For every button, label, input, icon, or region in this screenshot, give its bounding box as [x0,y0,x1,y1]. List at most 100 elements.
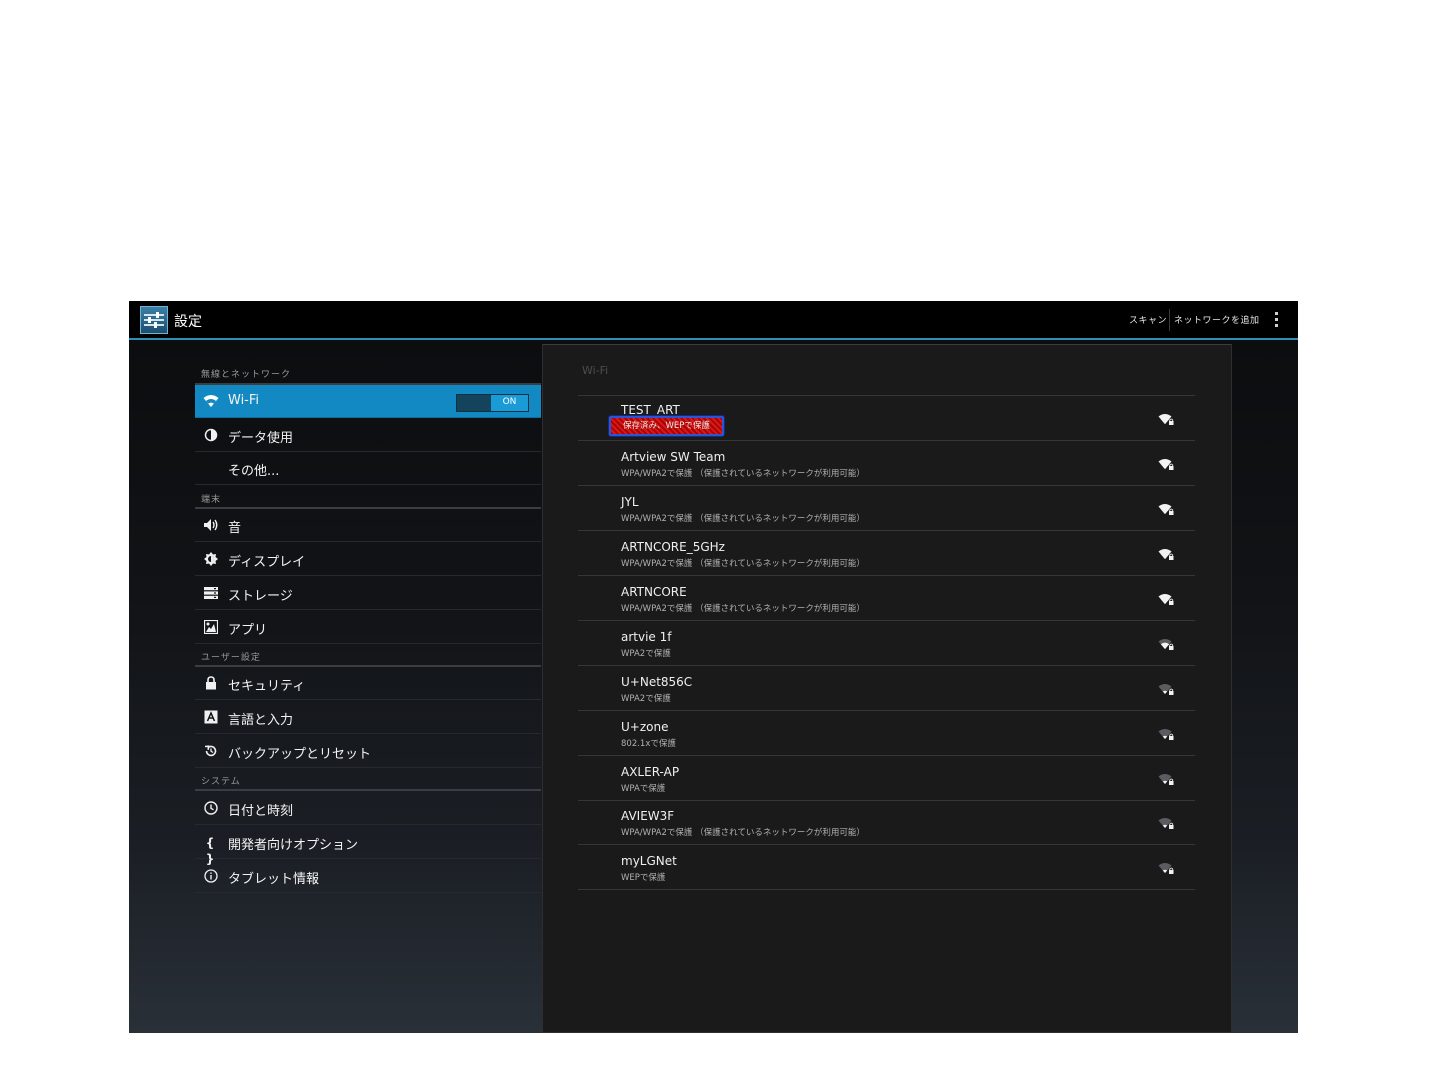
settings-app-icon[interactable] [140,306,168,334]
settings-item-developer-options[interactable]: { } 開発者向けオプション [195,826,541,866]
network-item[interactable]: U+Net856C WPA2で保護 [578,666,1195,711]
wifi-signal-lock-icon [1158,501,1174,515]
network-status: WPA/WPA2で保護 （保護されているネットワークが利用可能） [621,469,865,479]
settings-item-about-tablet[interactable]: タブレット情報 [195,860,541,893]
toggle-state: ON [502,397,517,407]
action-bar: 設定 スキャン ネットワークを追加 [129,301,1298,340]
settings-item-label: 日付と時刻 [228,804,294,819]
settings-item-apps[interactable]: アプリ [195,611,541,644]
wifi-panel: Wi-Fi TEST_ART 保存済み、WEPで保護 Artview SW Te… [542,344,1232,1033]
section-header-user: ユーザー設定 [201,653,261,663]
wifi-signal-lock-icon [1158,726,1174,740]
section-divider [195,789,541,791]
settings-item-data-usage[interactable]: データ使用 [195,419,541,452]
settings-list: 無線とネットワーク Wi-Fi ON データ使用 その他... 端末 音 ディス… [195,342,541,1032]
network-item[interactable]: U+zone 802.1xで保護 [578,711,1195,756]
apps-icon [203,619,219,636]
wifi-signal-lock-icon [1158,456,1174,470]
network-ssid: U+Net856C [621,675,693,689]
network-ssid: AXLER-AP [621,765,680,779]
network-status: WPA/WPA2で保護 （保護されているネットワークが利用可能） [621,514,865,524]
settings-item-label: 言語と入力 [228,713,294,728]
app-title: 設定 [174,314,202,330]
network-ssid: U+zone [621,720,669,734]
wifi-signal-lock-icon [1158,860,1174,874]
network-status: WPAで保護 [621,784,666,794]
network-status: WPA2で保護 [621,694,671,704]
wifi-icon [203,394,219,410]
network-item[interactable]: ARTNCORE_5GHz WPA/WPA2で保護 （保護されているネットワーク… [578,531,1195,576]
settings-item-label: データ使用 [228,431,294,446]
network-status: WPA/WPA2で保護 （保護されているネットワークが利用可能） [621,604,865,614]
tablet-screen: 設定 スキャン ネットワークを追加 無線とネットワーク Wi-Fi ON データ… [129,301,1298,1033]
network-status: WPA/WPA2で保護 （保護されているネットワークが利用可能） [621,828,865,838]
wifi-signal-lock-icon [1158,411,1174,425]
brightness-icon [203,552,219,568]
settings-item-label: その他... [228,464,280,479]
add-network-button[interactable]: ネットワークを追加 [1174,313,1260,326]
settings-item-label: 音 [228,521,242,536]
wifi-signal-lock-icon [1158,636,1174,650]
info-icon [203,869,219,885]
network-status: WEPで保護 [621,873,666,883]
keyboard-icon [203,710,219,726]
network-item[interactable]: Artview SW Team WPA/WPA2で保護 （保護されているネットワ… [578,441,1195,486]
network-item[interactable]: ARTNCORE WPA/WPA2で保護 （保護されているネットワークが利用可能… [578,576,1195,621]
backup-icon [203,744,219,760]
storage-icon [203,586,219,602]
network-ssid: AVIEW3F [621,809,675,823]
settings-item-display[interactable]: ディスプレイ [195,543,541,576]
settings-item-sound[interactable]: 音 [195,509,541,542]
network-ssid: JYL [621,495,639,509]
network-status: 802.1xで保護 [621,739,676,749]
network-ssid: ARTNCORE [621,585,687,599]
network-ssid: Artview SW Team [621,450,726,464]
settings-item-label: アプリ [228,623,268,638]
settings-item-label: タブレット情報 [228,872,320,887]
settings-item-date-time[interactable]: 日付と時刻 [195,792,541,825]
braces-icon: { } [205,836,215,866]
network-item[interactable]: JYL WPA/WPA2で保護 （保護されているネットワークが利用可能） [578,486,1195,531]
scan-button[interactable]: スキャン [1129,313,1167,326]
settings-item-storage[interactable]: ストレージ [195,577,541,610]
panel-title: Wi-Fi [582,364,609,377]
action-divider [1169,309,1170,331]
lock-icon [203,676,219,692]
network-item[interactable]: AXLER-AP WPAで保護 [578,756,1195,801]
wifi-signal-lock-icon [1158,681,1174,695]
network-item[interactable]: TEST_ART 保存済み、WEPで保護 [578,396,1195,441]
settings-item-security[interactable]: セキュリティ [195,667,541,700]
settings-item-label: セキュリティ [228,679,306,694]
settings-item-label: ディスプレイ [228,555,306,570]
settings-item-more[interactable]: その他... [195,452,541,485]
wifi-signal-lock-icon [1158,771,1174,785]
settings-item-label: ストレージ [228,589,293,604]
network-item[interactable]: myLGNet WEPで保護 [578,845,1195,890]
overflow-menu-icon[interactable] [1273,312,1279,330]
wifi-signal-lock-icon [1158,815,1174,829]
network-ssid: myLGNet [621,854,677,868]
wifi-signal-lock-icon [1158,546,1174,560]
clock-icon [203,801,219,817]
network-item[interactable]: AVIEW3F WPA/WPA2で保護 （保護されているネットワークが利用可能） [578,800,1195,845]
settings-item-language-input[interactable]: 言語と入力 [195,701,541,734]
network-ssid: TEST_ART [621,403,680,417]
settings-item-wifi[interactable]: Wi-Fi ON [195,385,541,418]
settings-item-label: バックアップとリセット [228,747,372,762]
network-item[interactable]: artvie 1f WPA2で保護 [578,621,1195,666]
settings-item-label: Wi-Fi [228,393,260,408]
volume-icon [203,518,219,534]
network-ssid: ARTNCORE_5GHz [621,540,725,554]
section-header-device: 端末 [201,495,222,505]
wifi-toggle[interactable]: ON [456,394,529,412]
network-status: WPA/WPA2で保護 （保護されているネットワークが利用可能） [621,559,865,569]
network-status: 保存済み、WEPで保護 [609,416,724,436]
section-header-wireless: 無線とネットワーク [201,370,292,380]
settings-item-backup-reset[interactable]: バックアップとリセット [195,735,541,768]
settings-item-label: 開発者向けオプション [228,838,359,853]
wifi-signal-lock-icon [1158,591,1174,605]
network-ssid: artvie 1f [621,630,672,644]
network-status: WPA2で保護 [621,649,671,659]
section-header-system: システム [201,777,241,787]
data-usage-icon [203,428,219,444]
